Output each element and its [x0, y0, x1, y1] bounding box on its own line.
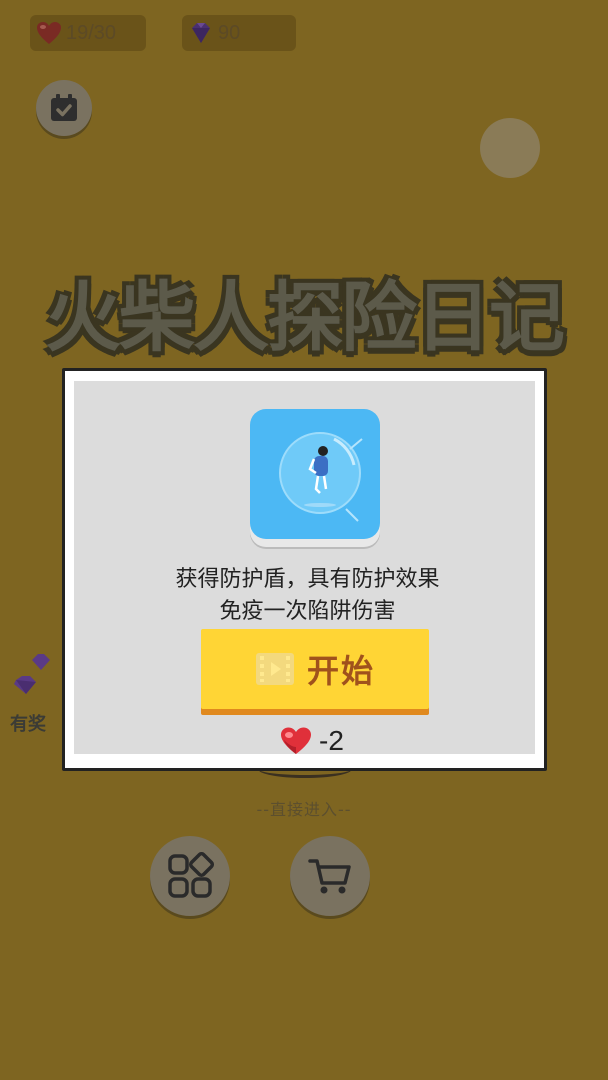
powerup-description-line2: 免疫一次陷阱伤害 [219, 599, 396, 624]
powerup-dialog: 获得防护盾，具有防护效果 免疫一次陷阱伤害 开始 -2 [62, 368, 547, 771]
side-reward-label: 有奖 [10, 714, 46, 735]
start-button-label: 开始 [306, 652, 375, 690]
shield-bubble-icon [250, 409, 380, 539]
heart-icon [281, 727, 311, 754]
decorative-circle [480, 118, 540, 178]
heart-cost-value: -2 [319, 725, 344, 756]
powerup-description-line1: 获得防护盾，具有防护效果 [175, 567, 440, 592]
start-button[interactable]: 开始 [201, 629, 429, 709]
hearts-counter: 19/30 [30, 15, 146, 51]
gem-icon [14, 654, 50, 694]
heart-icon [37, 22, 61, 44]
game-title: 火柴人探险日记 [45, 273, 565, 362]
side-reward-button[interactable]: 有奖 [8, 650, 68, 740]
shop-button[interactable] [290, 836, 370, 916]
gems-counter: 90 [182, 15, 296, 51]
dialog-panel: 获得防护盾，具有防护效果 免疫一次陷阱伤害 开始 -2 [74, 381, 535, 756]
apps-grid-icon [168, 852, 214, 898]
calendar-check-icon [51, 94, 77, 121]
video-ad-icon [255, 653, 294, 685]
hearts-value: 19/30 [66, 21, 117, 44]
heart-cost: -2 [279, 723, 344, 759]
enter-directly-link[interactable]: --直接进入-- [0, 796, 608, 820]
menu-button[interactable] [150, 836, 230, 916]
gems-value: 90 [218, 21, 241, 44]
daily-checkin-button[interactable] [36, 80, 92, 136]
gem-icon [192, 23, 210, 43]
shopping-cart-icon [308, 859, 351, 894]
